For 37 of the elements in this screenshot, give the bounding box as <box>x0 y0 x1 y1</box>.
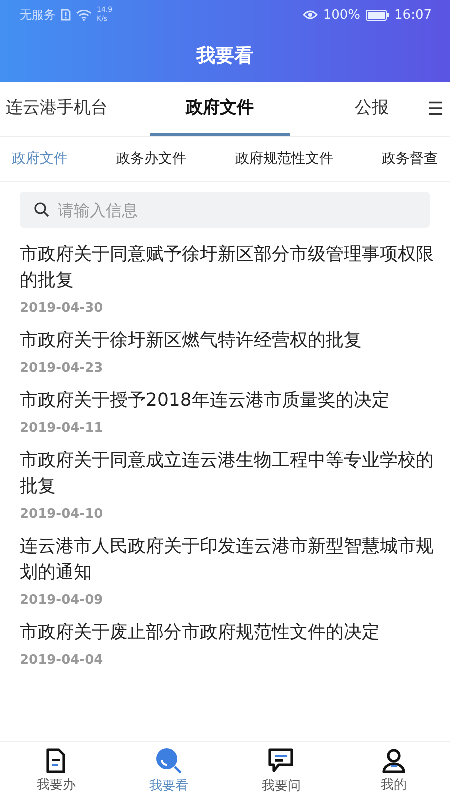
article-date: 2019-04-23 <box>20 360 104 378</box>
article-date: 2019-04-30 <box>20 300 104 318</box>
article-date: 2019-04-10 <box>20 506 104 524</box>
search-icon <box>34 202 50 218</box>
sim-icon <box>61 9 71 21</box>
article-title[interactable]: 连云港市人民政府关于印发连云港市新型智慧城市规划的通知 <box>20 534 434 586</box>
wifi-icon <box>76 9 92 21</box>
article-date: 2019-04-11 <box>20 420 104 438</box>
category-tab[interactable]: 政务督查 <box>382 150 438 168</box>
battery-icon <box>366 10 390 20</box>
channel-tab[interactable]: 连云港手机台 <box>0 82 140 136</box>
article-title[interactable]: 市政府关于同意赋予徐圩新区部分市级管理事项权限的批复 <box>20 242 434 294</box>
page-title: 我要看 <box>195 44 254 69</box>
battery-percent: 100% <box>323 8 361 22</box>
channel-tab[interactable]: 公报 <box>322 82 422 136</box>
article-title[interactable]: 市政府关于废止部分市政府规范性文件的决定 <box>20 620 434 646</box>
nav-tab[interactable]: 我的 <box>354 748 434 794</box>
menu-button[interactable]: ☰ <box>422 82 450 136</box>
clock: 16:07 <box>394 8 432 22</box>
carrier-text: 无服务 <box>20 6 56 24</box>
category-tab[interactable]: 政府文件 <box>12 150 68 168</box>
article-title[interactable]: 市政府关于同意成立连云港生物工程中等专业学校的批复 <box>20 448 434 500</box>
category-tab[interactable]: 政府规范性文件 <box>235 150 334 168</box>
nav-tab[interactable]: 我要问 <box>241 747 322 795</box>
article-date: 2019-04-04 <box>20 652 104 670</box>
user-icon <box>380 748 407 774</box>
nav-tab[interactable]: 我要办 <box>16 748 96 794</box>
search-field[interactable]: 请输入信息 <box>20 192 430 228</box>
category-tab[interactable]: 政务办文件 <box>116 150 187 168</box>
channel-tab[interactable]: 政府文件 <box>150 82 290 136</box>
chat-icon <box>267 747 296 775</box>
eye-icon <box>303 10 318 20</box>
article-title[interactable]: 市政府关于徐圩新区燃气特许经营权的批复 <box>20 328 434 354</box>
article-title[interactable]: 市政府关于授予2018年连云港市质量奖的决定 <box>20 388 434 414</box>
search-icon <box>154 747 183 775</box>
nav-tab[interactable]: 我要看 <box>128 747 209 795</box>
article-date: 2019-04-09 <box>20 592 104 610</box>
